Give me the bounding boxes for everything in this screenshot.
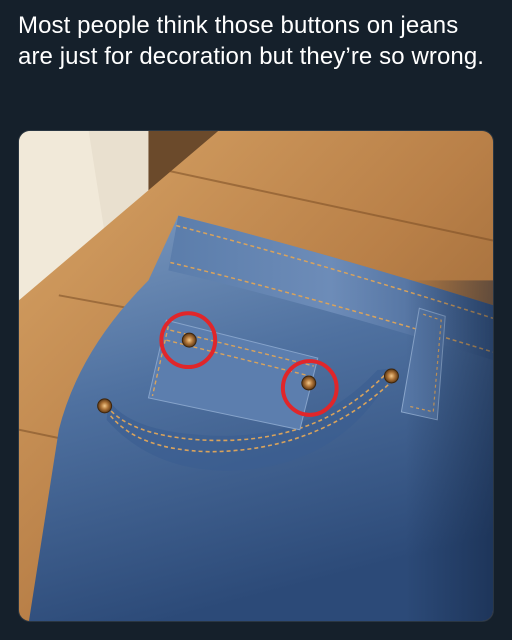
coin-pocket-rivet-right xyxy=(301,375,317,391)
tweet-text: Most people think those buttons on jeans… xyxy=(18,12,485,70)
denim-shadow xyxy=(317,280,493,621)
jeans-photo xyxy=(19,131,493,621)
tweet-media-photo[interactable] xyxy=(18,130,494,622)
pocket-edge-rivet xyxy=(97,398,113,414)
coin-pocket-rivet-left xyxy=(181,332,197,348)
